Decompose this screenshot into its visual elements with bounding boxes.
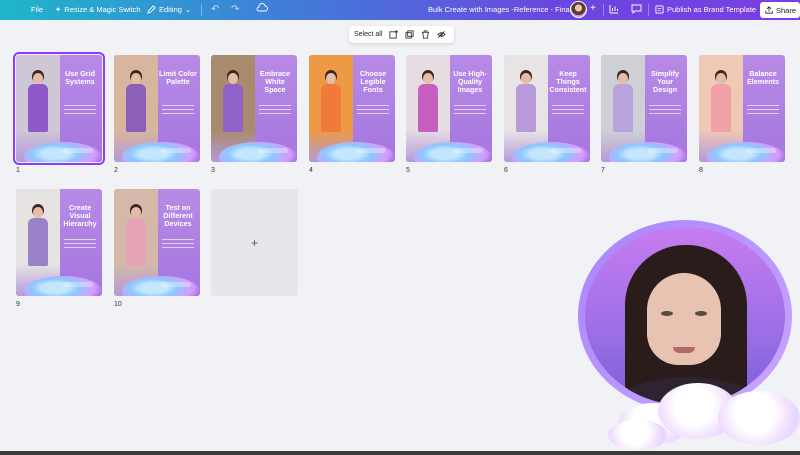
page-number: 1 [16,167,20,174]
page-heading: Keep Things Consistent [549,69,587,94]
add-page-icon[interactable] [389,30,399,39]
divider [648,4,649,16]
page-body-text [747,105,779,117]
pencil-icon [147,5,156,14]
page-thumbnail[interactable]: Test on Different Devices [114,189,200,296]
comment-icon[interactable] [631,4,642,14]
model-figure [711,73,731,133]
plus-icon: + [250,235,258,250]
page-body-text [162,105,194,117]
page-thumbnail[interactable]: Limit Color Palette [114,55,200,162]
add-collaborator-icon[interactable]: + [590,3,596,14]
page-thumbnail[interactable]: Keep Things Consistent [504,55,590,162]
trash-icon[interactable] [421,30,430,39]
page-number: 6 [504,167,508,174]
publish-brand-template-button[interactable]: Publish as Brand Template [655,5,756,14]
page-heading: Embrace White Space [259,69,291,94]
page-cta-pill [258,148,288,153]
chevron-down-icon: ⌄ [184,5,192,14]
page-heading: Use High-Quality Images [453,69,487,94]
page-body-text [454,105,486,117]
page-number: 8 [699,167,703,174]
avatar[interactable] [570,1,587,18]
resize-label: Resize & Magic Switch [64,5,141,14]
page-cta-pill [356,148,386,153]
page-number: 9 [16,301,20,308]
page-heading: Create Visual Hierarchy [63,203,97,228]
page-cta-pill [161,148,191,153]
model-figure [28,73,48,133]
file-menu[interactable]: File [31,5,43,14]
page-cta-pill [453,148,483,153]
page-cta-pill [63,148,93,153]
presenter-eye [695,311,707,316]
page-body-text [357,105,389,117]
page-cta-pill [551,148,581,153]
page-body-text [649,105,681,117]
page-body-text [162,239,194,251]
page-heading: Use Grid Systems [65,69,95,86]
model-figure [516,73,536,133]
page-cta-pill [161,282,191,287]
model-figure [126,73,146,133]
document-title[interactable]: Bulk Create with Images -Reference - Fin… [428,5,571,14]
presenter-eye [661,311,673,316]
template-icon [655,5,664,14]
page-cta-pill [746,148,776,153]
bottom-scrollbar[interactable] [0,451,800,455]
page-body-text [259,105,291,117]
undo-icon[interactable]: ↶ [211,4,219,15]
page-heading: Simplify Your Design [651,69,679,94]
model-figure [613,73,633,133]
editing-label: Editing [159,5,182,14]
page-thumbnail[interactable]: Simplify Your Design [601,55,687,162]
page-body-text [64,105,96,117]
model-figure [223,73,243,133]
page-cta-pill [648,148,678,153]
share-upload-icon [765,6,773,14]
cloud-sync-icon[interactable] [256,3,268,13]
editing-mode-dropdown[interactable]: Editing ⌄ [147,5,191,14]
decorative-clouds [608,365,800,450]
page-body-text [552,105,584,117]
editor-top-bar: File ✦ Resize & Magic Switch Editing ⌄ ↶… [0,0,800,20]
page-thumbnail[interactable]: Create Visual Hierarchy [16,189,102,296]
model-figure [321,73,341,133]
select-all-button[interactable]: Select all [354,31,382,38]
page-thumbnail[interactable]: Embrace White Space [211,55,297,162]
model-figure [418,73,438,133]
insights-chart-icon[interactable] [609,4,619,14]
brand-template-label: Publish as Brand Template [667,5,757,14]
page-number: 4 [309,167,313,174]
page-heading: Test on Different Devices [163,203,193,228]
redo-icon[interactable]: ↷ [231,4,239,15]
page-thumbnail[interactable]: Choose Legible Fonts [309,55,395,162]
selection-toolbar: Select all [349,26,454,43]
sparkle-icon: ✦ [55,5,62,14]
share-label: Share [776,5,797,15]
presenter-mouth [673,347,695,353]
resize-magic-switch-button[interactable]: ✦ Resize & Magic Switch [55,5,141,14]
page-number: 5 [406,167,410,174]
page-thumbnail[interactable]: Use High-Quality Images [406,55,492,162]
share-button[interactable]: Share [760,2,800,18]
page-thumbnail[interactable]: Balance Elements [699,55,785,162]
page-number: 3 [211,167,215,174]
page-thumbnail[interactable]: Use Grid Systems [13,52,105,165]
model-figure [28,207,48,267]
page-heading: Limit Color Palette [159,69,197,86]
page-heading: Balance Elements [747,69,779,86]
page-body-text [64,239,96,251]
page-heading: Choose Legible Fonts [359,69,387,94]
page-cta-pill [63,282,93,287]
duplicate-icon[interactable] [405,30,414,39]
divider [201,4,202,16]
model-figure [126,207,146,267]
page-number: 7 [601,167,605,174]
divider [603,4,604,16]
add-page-button[interactable]: + [211,189,298,296]
page-number: 10 [114,301,122,308]
hide-eye-icon[interactable] [437,30,447,39]
page-number: 2 [114,167,118,174]
